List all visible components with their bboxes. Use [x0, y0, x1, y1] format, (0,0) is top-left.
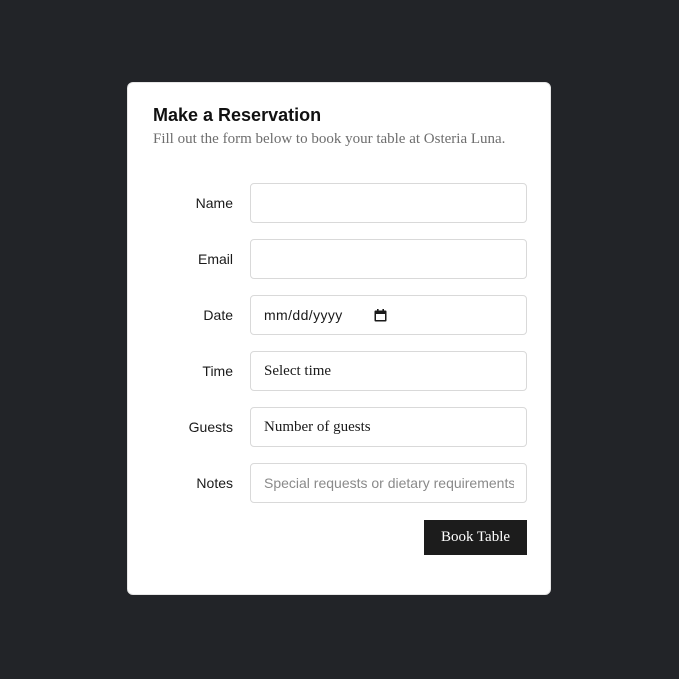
email-label: Email	[197, 251, 233, 267]
email-input[interactable]	[250, 239, 527, 279]
guests-select-value: Number of guests	[264, 419, 371, 435]
notes-input[interactable]: Special requests or dietary requirements	[250, 463, 527, 503]
date-input[interactable]: mm/dd/yyyy	[250, 295, 527, 335]
notes-input-placeholder: Special requests or dietary requirements	[264, 475, 514, 491]
book-table-button[interactable]: Book Table	[424, 520, 527, 555]
name-input[interactable]	[250, 183, 527, 223]
email-input-placeholder	[264, 240, 514, 278]
form-title: Make a Reservation	[153, 105, 322, 125]
form-subtitle: Fill out the form below to book your tab…	[153, 131, 506, 147]
time-select[interactable]: Select time	[250, 351, 527, 391]
name-input-placeholder	[264, 184, 514, 222]
time-label: Time	[202, 363, 233, 379]
notes-label: Notes	[196, 475, 233, 491]
guests-label: Guests	[188, 419, 233, 435]
name-label: Name	[195, 195, 233, 211]
time-select-value: Select time	[264, 363, 332, 379]
reservation-card: Make a Reservation Fill out the form bel…	[127, 82, 551, 595]
calendar-icon[interactable]	[374, 309, 387, 322]
date-input-value: mm/dd/yyyy	[264, 307, 343, 323]
guests-select[interactable]: Number of guests	[250, 407, 527, 447]
date-label: Date	[203, 307, 233, 323]
